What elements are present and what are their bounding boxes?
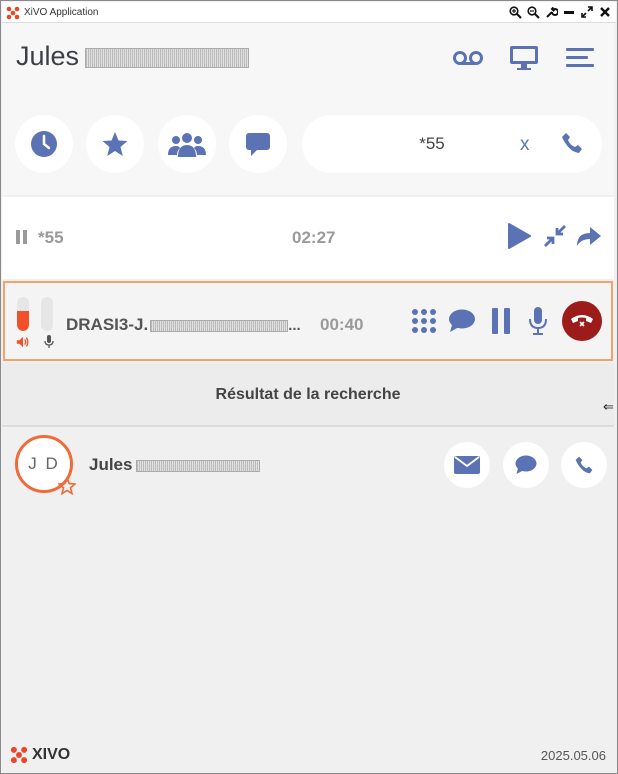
group-icon bbox=[168, 133, 206, 157]
favorites-star-icon bbox=[102, 132, 128, 156]
mic-volume-slider[interactable] bbox=[41, 297, 53, 331]
history-clock-icon bbox=[31, 131, 57, 157]
xivo-logo-icon bbox=[10, 746, 28, 764]
maximize-icon[interactable] bbox=[580, 4, 594, 20]
redacted-last-name bbox=[85, 47, 250, 68]
footer-brand-text: XIVO bbox=[32, 746, 71, 763]
transfer-button[interactable] bbox=[574, 221, 604, 251]
window-title: XiVO Application bbox=[24, 7, 99, 18]
version-label: 2025.05.06 bbox=[540, 748, 606, 763]
call-chat-button[interactable] bbox=[447, 305, 477, 337]
email-contact-button[interactable] bbox=[444, 442, 490, 488]
favorite-star-icon[interactable] bbox=[58, 477, 76, 495]
conference-merge-button[interactable] bbox=[540, 221, 570, 251]
held-call-timer: 02:27 bbox=[292, 228, 336, 247]
search-results-title: Résultat de la recherche bbox=[215, 386, 401, 403]
dial-button[interactable] bbox=[558, 129, 586, 157]
menu-icon[interactable] bbox=[564, 43, 596, 73]
dialpad-icon bbox=[412, 309, 436, 333]
chat-bubble-icon bbox=[515, 455, 537, 474]
close-icon[interactable] bbox=[598, 4, 612, 20]
hold-icon bbox=[492, 308, 510, 334]
title-bar[interactable]: XiVO Application bbox=[2, 2, 616, 23]
voicemail-icon[interactable] bbox=[452, 43, 484, 73]
zoom-in-icon[interactable] bbox=[508, 4, 522, 20]
active-call-timer: 00:40 bbox=[320, 315, 364, 334]
speaker-icon bbox=[16, 335, 30, 349]
clear-search-button[interactable]: x bbox=[520, 134, 530, 156]
chat-contact-button[interactable] bbox=[503, 442, 549, 488]
conference-merge-icon bbox=[544, 225, 566, 247]
held-call-row: *55 02:27 bbox=[2, 197, 614, 279]
resume-call-button[interactable] bbox=[504, 221, 534, 251]
redacted-caller-suffix bbox=[150, 319, 289, 332]
contact-first-name: Jules bbox=[89, 455, 133, 474]
transfer-icon bbox=[577, 227, 601, 246]
call-icon bbox=[575, 456, 593, 474]
zoom-out-icon[interactable] bbox=[526, 4, 540, 20]
history-button[interactable] bbox=[15, 115, 73, 173]
redacted-contact-last-name bbox=[136, 459, 261, 472]
user-first-name: Jules bbox=[16, 41, 80, 71]
call-contact-button[interactable] bbox=[561, 442, 607, 488]
footer: XIVO 2025.05.06 bbox=[2, 737, 614, 773]
resize-cursor-icon: ⇐ bbox=[603, 399, 614, 414]
wrench-icon[interactable] bbox=[544, 4, 558, 20]
chat-button[interactable] bbox=[229, 115, 287, 173]
held-call-number: *55 bbox=[38, 228, 64, 247]
hangup-icon bbox=[571, 315, 593, 327]
dialpad-button[interactable] bbox=[409, 305, 439, 337]
groups-button[interactable] bbox=[158, 115, 216, 173]
avatar-initials: J D bbox=[28, 454, 60, 473]
phone-icon bbox=[562, 133, 582, 153]
results-empty-area bbox=[2, 497, 614, 737]
search-box: x bbox=[302, 115, 602, 173]
caller-name-text: DRASI3-J. bbox=[66, 315, 149, 334]
hangup-button[interactable] bbox=[562, 301, 602, 341]
contact-name: Jules bbox=[89, 455, 261, 475]
footer-brand: XIVO bbox=[10, 746, 70, 764]
held-pause-icon bbox=[16, 230, 27, 244]
mute-button[interactable] bbox=[523, 305, 553, 337]
microphone-icon bbox=[42, 335, 56, 349]
search-results-header: Résultat de la recherche bbox=[2, 363, 614, 427]
hold-button[interactable] bbox=[486, 305, 516, 337]
speaker-volume-slider[interactable] bbox=[17, 297, 29, 331]
chat-icon bbox=[246, 133, 270, 156]
xivo-logo-icon bbox=[6, 6, 20, 20]
user-name: Jules bbox=[16, 41, 250, 72]
minimize-icon[interactable] bbox=[562, 4, 576, 20]
mute-mic-icon bbox=[529, 307, 547, 335]
email-icon bbox=[454, 456, 480, 474]
header: Jules x bbox=[2, 23, 614, 195]
chat-bubble-icon bbox=[449, 309, 475, 332]
favorites-button[interactable] bbox=[86, 115, 144, 173]
monitor-icon[interactable] bbox=[508, 43, 540, 73]
caller-ellipsis: ... bbox=[288, 317, 301, 334]
contact-row[interactable]: J D Jules bbox=[2, 431, 614, 497]
application-window: XiVO Application Jules *55 x *55 02:27 D… bbox=[0, 0, 618, 774]
caller-name: DRASI3-J.... bbox=[66, 315, 301, 335]
search-input[interactable] bbox=[322, 125, 542, 163]
resume-play-icon bbox=[508, 223, 531, 249]
active-call-row: DRASI3-J.... 00:40 bbox=[3, 281, 613, 361]
speaker-volume-fill bbox=[17, 310, 29, 331]
